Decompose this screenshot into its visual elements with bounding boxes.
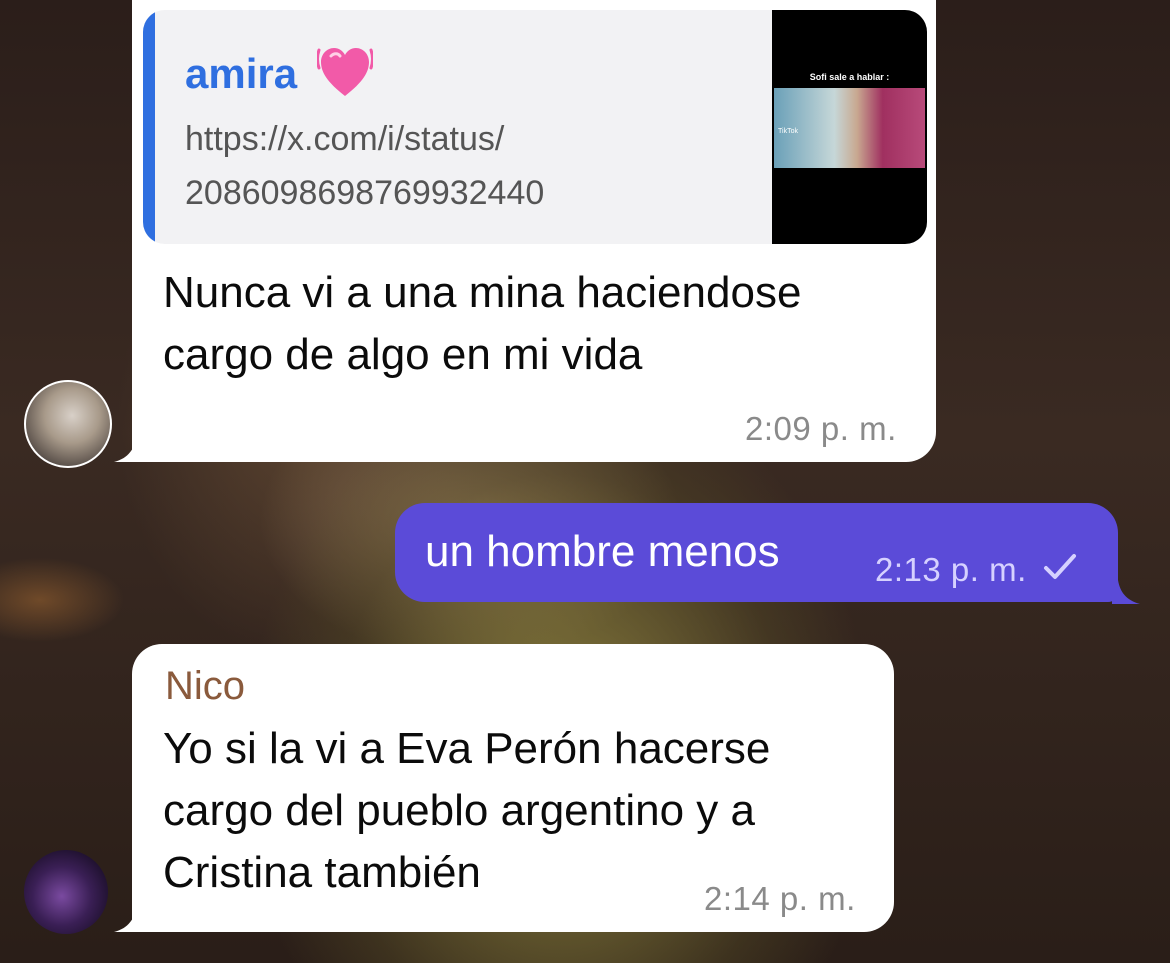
- reply-accent-bar: [143, 10, 155, 244]
- message-time: 2:09 p. m.: [745, 410, 897, 447]
- thumbnail-label: TikTok: [778, 128, 798, 135]
- message-text: Nunca vi a una mina haciendose cargo de …: [163, 268, 802, 379]
- beating-heart-icon: [316, 42, 374, 100]
- thumbnail-caption: Sofi sale a hablar :: [809, 72, 890, 82]
- message-text: Yo si la vi a Eva Perón hacerse cargo de…: [163, 724, 771, 897]
- bubble-tail: [114, 908, 142, 932]
- reply-preview-text: https://x.com/i/status/ 2086098698769932…: [185, 120, 545, 212]
- bubble-tail: [114, 438, 142, 462]
- message-time: 2:14 p. m.: [704, 880, 856, 917]
- bubble-tail: [1112, 580, 1140, 604]
- reply-preview[interactable]: amira https://x.com/i/status/ 2086098698…: [143, 10, 927, 244]
- reply-thumbnail: Sofi sale a hablar : TikTok: [772, 10, 927, 244]
- sender-name[interactable]: Nico: [165, 664, 245, 709]
- message-time: 2:13 p. m.: [875, 551, 1027, 588]
- avatar[interactable]: [24, 380, 112, 468]
- reply-author-name: amira: [185, 50, 298, 97]
- message-bubble-outgoing[interactable]: un hombre menos 2:13 p. m.: [395, 503, 1118, 602]
- sent-check-icon: [1043, 553, 1077, 581]
- message-text: un hombre menos: [425, 527, 780, 576]
- avatar[interactable]: [24, 850, 108, 934]
